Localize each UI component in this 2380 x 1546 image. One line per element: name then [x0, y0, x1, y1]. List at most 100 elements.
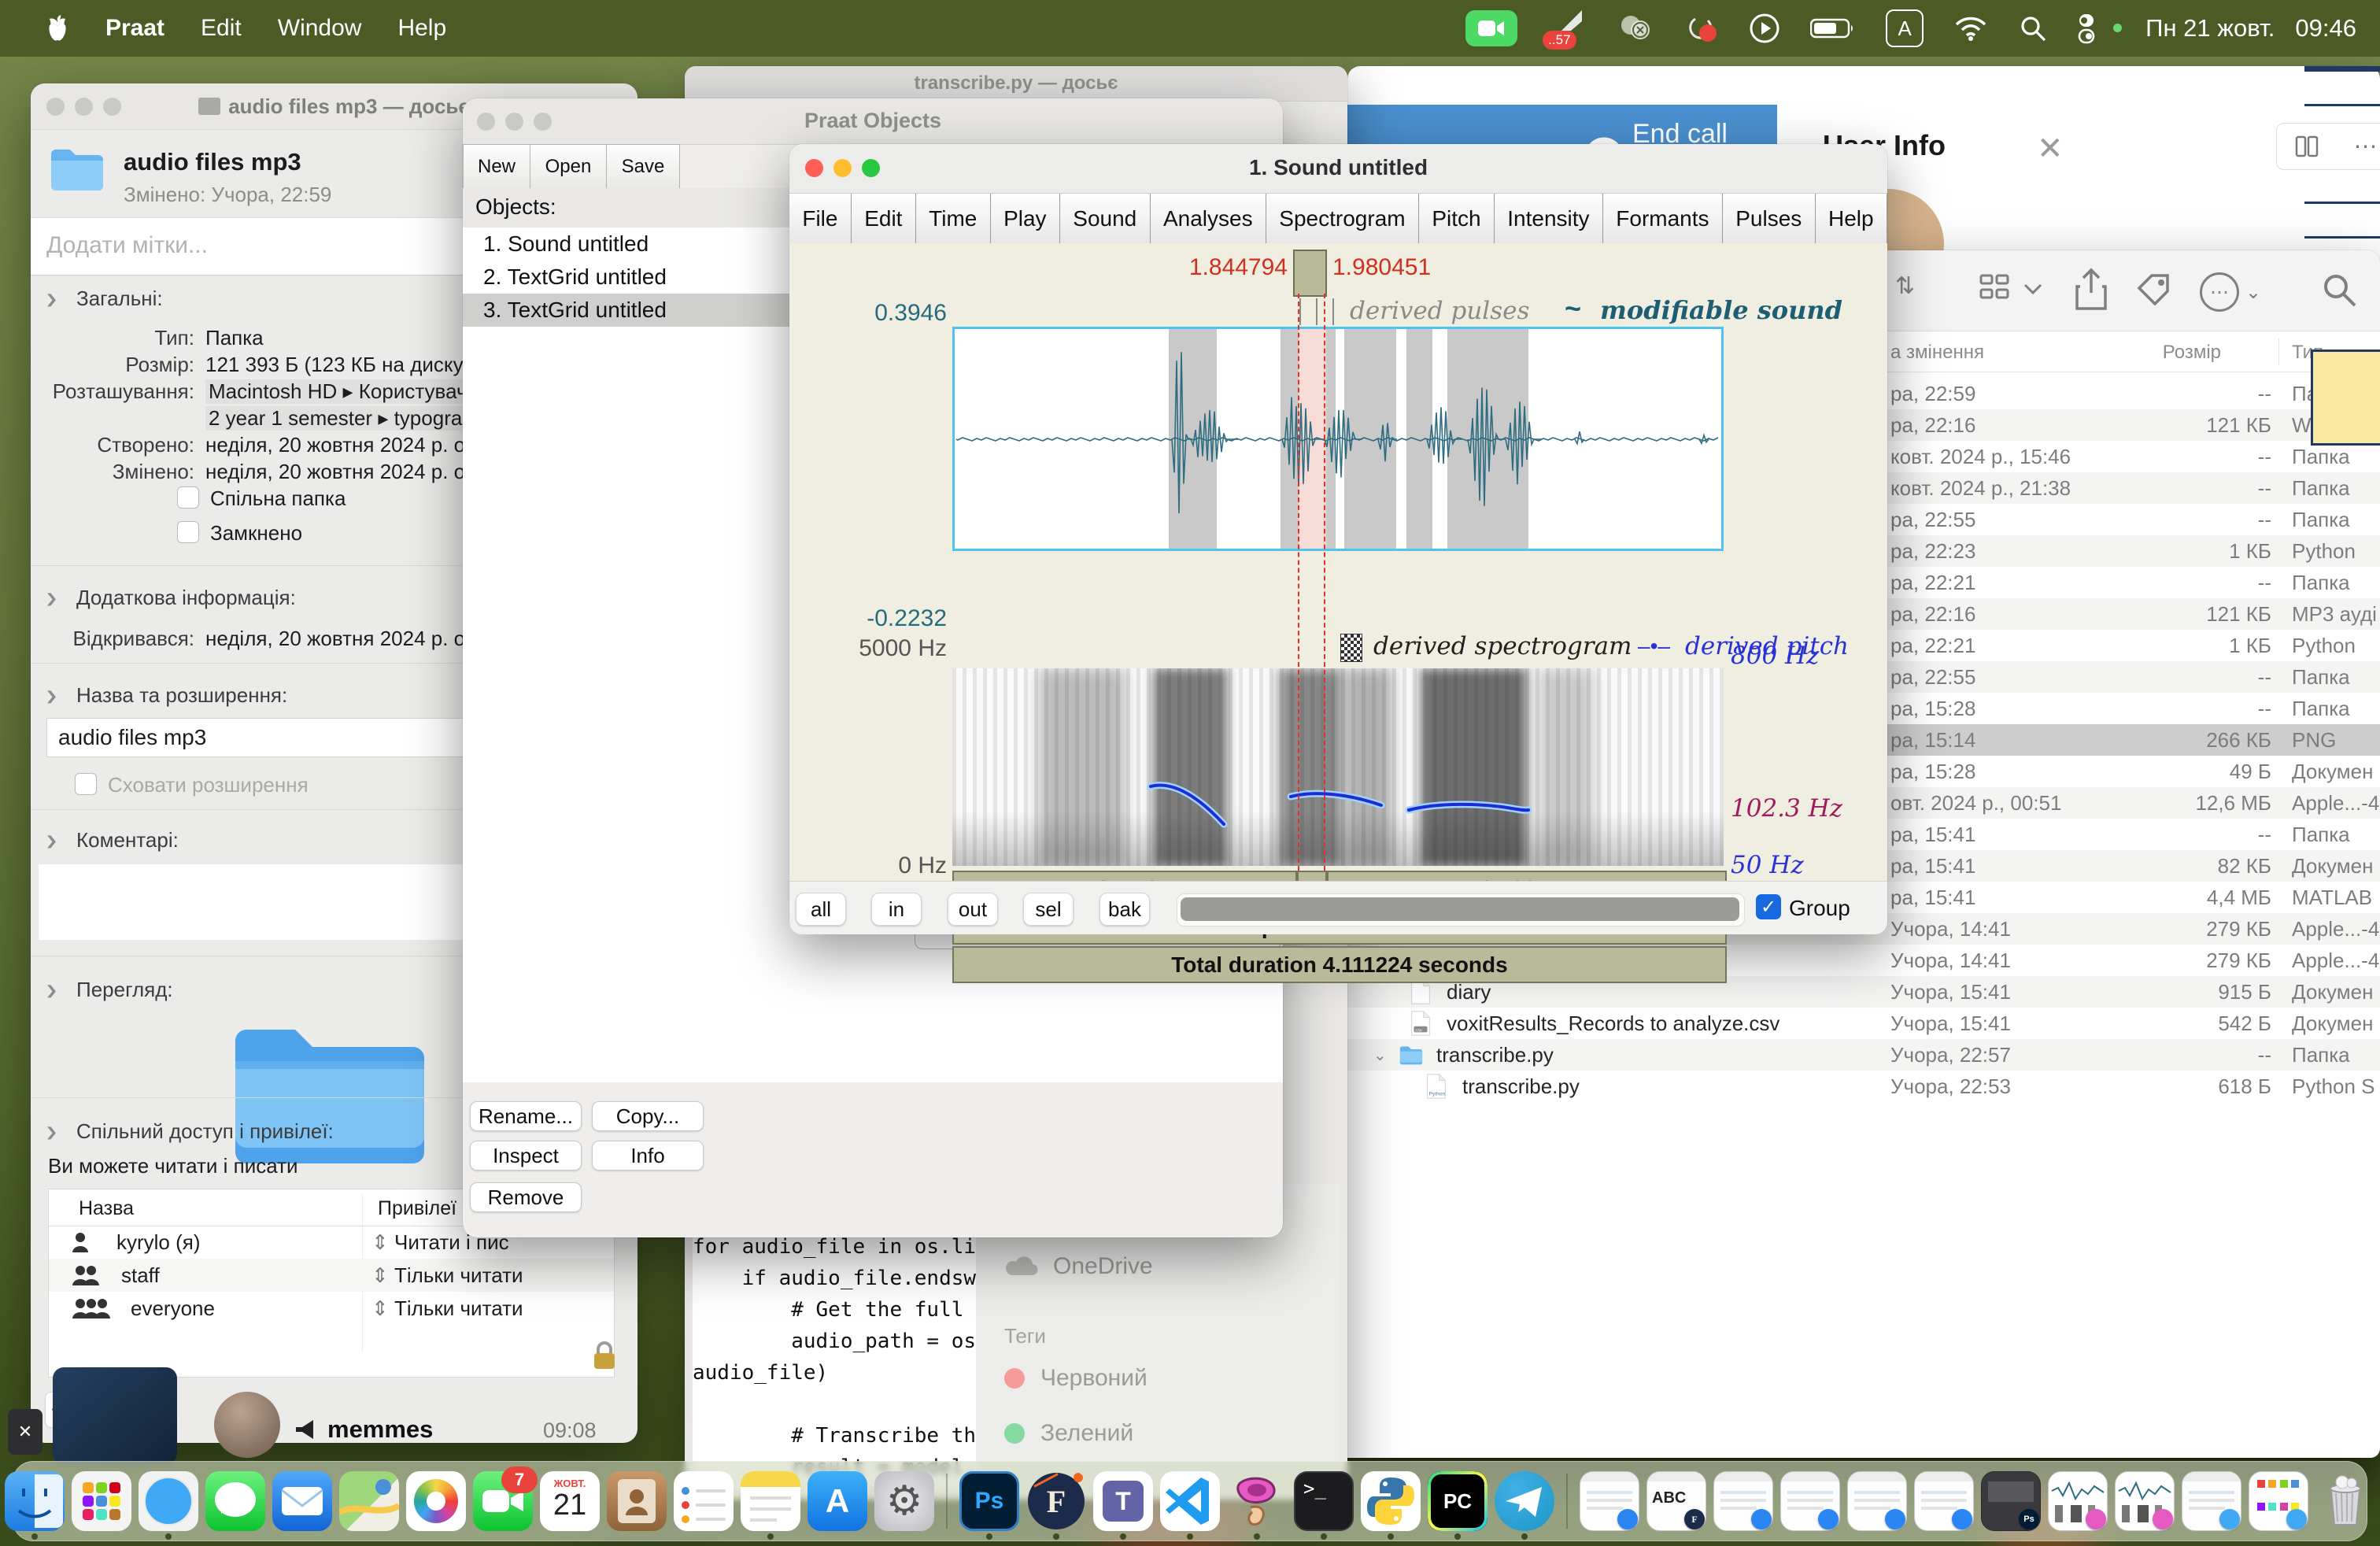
- actions-menu-icon[interactable]: ⋯ ⌄: [2200, 272, 2269, 312]
- dock-finder[interactable]: [5, 1471, 65, 1531]
- selection-line-right[interactable]: [1324, 294, 1325, 871]
- dock-telegram[interactable]: [1495, 1471, 1554, 1531]
- bar-total-duration[interactable]: Total duration 4.111224 seconds: [952, 946, 1727, 983]
- praat-menu-new[interactable]: New: [463, 144, 530, 190]
- group-checkbox[interactable]: ✓: [1756, 894, 1781, 919]
- chat-avatar[interactable]: [214, 1392, 280, 1458]
- sidebar-tag-red[interactable]: Червоний: [1004, 1365, 1148, 1392]
- disclosure-chevron-icon[interactable]: ⌄: [1373, 1045, 1387, 1065]
- dock-facetime[interactable]: 7: [473, 1471, 533, 1531]
- spectrogram-panel[interactable]: [952, 668, 1724, 866]
- notification-badge-icon[interactable]: ..57: [1547, 10, 1587, 46]
- sort-icon[interactable]: ⇅: [1895, 272, 1915, 300]
- editor-titlebar[interactable]: 1. Sound untitled: [789, 144, 1887, 193]
- dock-minimized-praat[interactable]: [2048, 1471, 2108, 1531]
- perm-header-name[interactable]: Назва: [79, 1197, 134, 1220]
- chevron-down-icon[interactable]: ❯: [45, 292, 58, 308]
- menubar-item-praat[interactable]: Praat: [105, 15, 164, 42]
- dock-maps[interactable]: [339, 1471, 399, 1531]
- filename-input[interactable]: audio files mp3: [46, 718, 520, 757]
- selection-handle[interactable]: [1293, 250, 1327, 297]
- sidebar-tag-green[interactable]: Зелений: [1004, 1420, 1133, 1447]
- dock-photoshop[interactable]: Ps: [959, 1471, 1019, 1531]
- praat-menu-open[interactable]: Open: [530, 144, 607, 190]
- table-row[interactable]: Python transcribe.py Учора, 22:53 618 Б …: [1306, 1071, 2380, 1102]
- shared-folder-checkbox[interactable]: [177, 486, 199, 509]
- dock-photos[interactable]: [406, 1471, 466, 1531]
- praat-menu-save[interactable]: Save: [607, 144, 680, 190]
- tag-icon[interactable]: [2134, 271, 2174, 310]
- perm-header-priv[interactable]: Привілеї: [378, 1197, 456, 1220]
- dock-mail[interactable]: [272, 1471, 332, 1531]
- praat-objects-titlebar[interactable]: Praat Objects: [463, 98, 1283, 145]
- wifi-icon[interactable]: [1953, 15, 1988, 42]
- editor-button-in[interactable]: in: [871, 893, 922, 926]
- editor-menu-pitch[interactable]: Pitch: [1419, 194, 1495, 244]
- dock-python[interactable]: [1361, 1471, 1421, 1531]
- permission-row[interactable]: staff ⇕ Тільки читати: [49, 1259, 614, 1292]
- copy-button[interactable]: Copy...: [592, 1101, 704, 1131]
- permission-row[interactable]: everyone ⇕ Тільки читати: [49, 1292, 614, 1325]
- editor-menu-intensity[interactable]: Intensity: [1495, 194, 1603, 244]
- dock-vs-code[interactable]: [1160, 1471, 1220, 1531]
- editor-button-out[interactable]: out: [948, 893, 998, 926]
- section-more-info[interactable]: Додаткова інформація:: [76, 586, 296, 610]
- dock-minimized-praat[interactable]: [2115, 1471, 2175, 1531]
- dock-fontlab[interactable]: F: [1026, 1471, 1086, 1531]
- facetime-active-icon[interactable]: [1465, 10, 1517, 46]
- dock-trash[interactable]: [2315, 1471, 2375, 1531]
- record-status-icon[interactable]: [1684, 13, 1719, 44]
- dock-minimized-window[interactable]: [2249, 1471, 2308, 1531]
- locked-checkbox[interactable]: [177, 521, 199, 543]
- dock-system-settings[interactable]: ⚙: [874, 1471, 934, 1531]
- dock-praat[interactable]: [1227, 1471, 1287, 1531]
- dock-minimized-window[interactable]: [1847, 1471, 1907, 1531]
- dock-minimized-window[interactable]: [1780, 1471, 1840, 1531]
- share-icon[interactable]: [2074, 268, 2108, 312]
- chevron-down-icon[interactable]: ❯: [45, 689, 58, 705]
- waveform-panel[interactable]: [952, 327, 1724, 551]
- section-general[interactable]: Загальні:: [76, 287, 163, 311]
- dock-microsoft-teams[interactable]: T: [1093, 1471, 1153, 1531]
- dock-notes[interactable]: [741, 1471, 800, 1531]
- editor-menu-play[interactable]: Play: [991, 194, 1060, 244]
- menubar-clock[interactable]: 09:46: [2295, 14, 2356, 43]
- dock-minimized-window[interactable]: [1914, 1471, 1974, 1531]
- table-row[interactable]: ⌄ transcribe.py Учора, 22:57 -- Папка: [1306, 1039, 2380, 1071]
- scrollbar-track[interactable]: [1177, 893, 1745, 926]
- hidden-window-close[interactable]: ✕: [8, 1409, 42, 1455]
- dock-minimized-fontlab[interactable]: ABCF: [1646, 1471, 1706, 1531]
- dock-terminal[interactable]: >_: [1294, 1471, 1354, 1531]
- editor-menu-edit[interactable]: Edit: [852, 194, 916, 244]
- editor-menu-sound[interactable]: Sound: [1060, 194, 1151, 244]
- dock-calendar[interactable]: ЖОВТ.21: [540, 1471, 600, 1531]
- sidebar-item-onedrive[interactable]: OneDrive: [1004, 1253, 1153, 1280]
- section-name-ext[interactable]: Назва та розширення:: [76, 683, 287, 708]
- remove-button[interactable]: Remove: [470, 1182, 582, 1212]
- spotlight-icon[interactable]: [2018, 13, 2048, 43]
- rename-button[interactable]: Rename...: [470, 1101, 582, 1131]
- dock-messages[interactable]: [205, 1471, 265, 1531]
- dock-pycharm[interactable]: PC: [1428, 1471, 1488, 1531]
- code-editor-text[interactable]: for audio_file in os.li if audio_file.en…: [693, 1231, 976, 1491]
- editor-button-sel[interactable]: sel: [1023, 893, 1074, 926]
- inspect-button[interactable]: Inspect: [470, 1141, 582, 1171]
- editor-button-bak[interactable]: bak: [1099, 893, 1150, 926]
- view-options-icon[interactable]: [1979, 271, 2047, 309]
- menubar-item-window[interactable]: Window: [278, 15, 362, 42]
- lock-icon[interactable]: [591, 1340, 618, 1371]
- play-status-icon[interactable]: [1749, 13, 1780, 44]
- chevron-down-icon[interactable]: ❯: [45, 983, 58, 999]
- battery-icon[interactable]: [1810, 17, 1856, 39]
- menubar-item-help[interactable]: Help: [397, 15, 446, 42]
- info-button[interactable]: Info: [592, 1141, 704, 1171]
- dock-launchpad[interactable]: [72, 1471, 131, 1531]
- section-comments[interactable]: Коментарі:: [76, 828, 179, 853]
- overlapping-circles-icon[interactable]: [1617, 13, 1654, 44]
- close-icon[interactable]: ✕: [2037, 131, 2064, 167]
- dock-minimized-window[interactable]: [1713, 1471, 1773, 1531]
- editor-button-all[interactable]: all: [796, 893, 846, 926]
- dock-minimized-safari[interactable]: [2182, 1471, 2241, 1531]
- editor-menu-analyses[interactable]: Analyses: [1151, 194, 1266, 244]
- selection-line-left[interactable]: [1298, 294, 1299, 871]
